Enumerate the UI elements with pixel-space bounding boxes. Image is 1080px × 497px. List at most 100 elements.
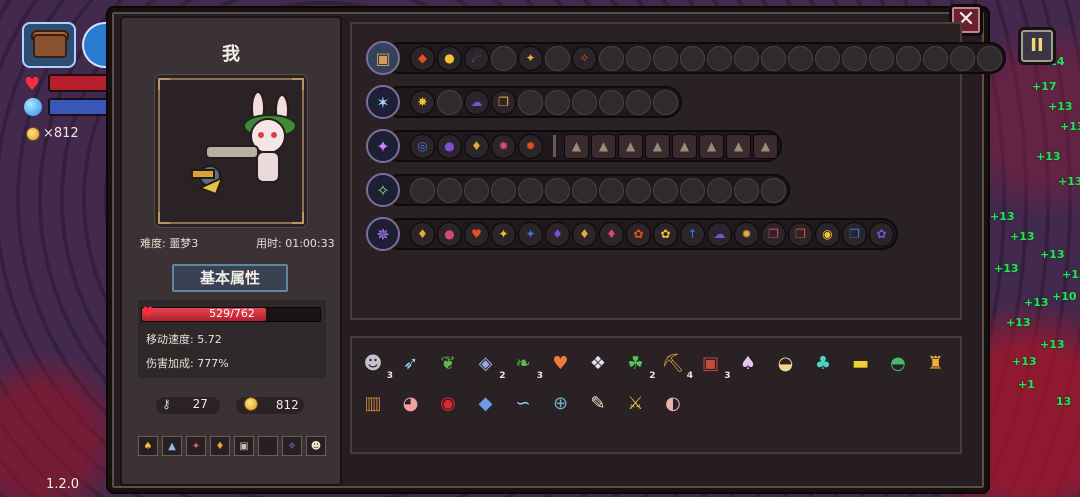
empty-slot[interactable]: [761, 45, 786, 71]
empty-slot[interactable]: [599, 177, 624, 203]
empty-slot[interactable]: [626, 177, 651, 203]
inventory-item[interactable]: ◕: [396, 388, 426, 418]
inventory-item[interactable]: ❦: [433, 348, 463, 378]
passive-slot[interactable]: ▲: [645, 133, 670, 159]
skill-orb[interactable]: ✹: [734, 221, 759, 247]
skill-orb[interactable]: ❐: [842, 221, 867, 247]
skill-orb[interactable]: ♦: [572, 221, 597, 247]
pause-button[interactable]: II: [1018, 27, 1056, 65]
skill-orb[interactable]: ◉: [815, 221, 840, 247]
skill-orb[interactable]: ♦: [410, 221, 435, 247]
skill-orb[interactable]: ☁: [707, 221, 732, 247]
empty-slot[interactable]: [788, 45, 813, 71]
skill-orb[interactable]: ◆: [410, 45, 435, 71]
passive-slot[interactable]: ▲: [618, 133, 643, 159]
empty-slot[interactable]: [815, 45, 840, 71]
empty-slot[interactable]: [653, 45, 678, 71]
empty-slot[interactable]: [437, 177, 462, 203]
inventory-item[interactable]: ❖: [583, 348, 613, 378]
empty-slot[interactable]: [734, 45, 759, 71]
inventory-item[interactable]: ➶: [396, 348, 426, 378]
empty-slot[interactable]: [626, 89, 651, 115]
equipment-slot[interactable]: ✦: [186, 436, 206, 456]
skill-orb[interactable]: ✦: [518, 221, 543, 247]
empty-slot[interactable]: [653, 89, 678, 115]
empty-slot[interactable]: [491, 45, 516, 71]
empty-slot[interactable]: [437, 89, 462, 115]
staff-frost-icon[interactable]: ✶: [366, 85, 400, 119]
empty-slot[interactable]: [707, 177, 732, 203]
empty-slot[interactable]: [491, 177, 516, 203]
passive-slot[interactable]: ▲: [753, 133, 778, 159]
skill-orb[interactable]: ♥: [464, 221, 489, 247]
skill-orb[interactable]: ●: [437, 45, 462, 71]
skill-orb[interactable]: ●: [437, 133, 462, 159]
empty-slot[interactable]: [545, 45, 570, 71]
inventory-item[interactable]: ♜: [921, 348, 951, 378]
staff-nature-icon[interactable]: ✧: [366, 173, 400, 207]
inventory-item[interactable]: ◈ 2: [471, 348, 506, 382]
inventory-item[interactable]: ⊕: [546, 388, 576, 418]
equipment-slot[interactable]: ☻: [306, 436, 326, 456]
passive-slot[interactable]: ▲: [591, 133, 616, 159]
inventory-item[interactable]: ❧ 3: [508, 348, 543, 382]
empty-slot[interactable]: [869, 45, 894, 71]
passive-slot[interactable]: ▲: [672, 133, 697, 159]
skill-orb[interactable]: ✿: [626, 221, 651, 247]
inventory-item[interactable]: ☻ 3: [358, 348, 393, 382]
inventory-item[interactable]: ◐: [658, 388, 688, 418]
empty-slot[interactable]: [977, 45, 1002, 71]
inventory-item[interactable]: ☘ 2: [621, 348, 655, 382]
skill-orb[interactable]: ✸: [410, 89, 435, 115]
passive-slot[interactable]: ▲: [564, 133, 589, 159]
empty-slot[interactable]: [626, 45, 651, 71]
empty-slot[interactable]: [923, 45, 948, 71]
empty-slot[interactable]: [518, 177, 543, 203]
equipment-slot[interactable]: ▲: [162, 436, 182, 456]
empty-slot[interactable]: [572, 89, 597, 115]
empty-slot[interactable]: [896, 45, 921, 71]
equipment-slot[interactable]: ♠: [138, 436, 158, 456]
skill-orb[interactable]: ●: [437, 221, 462, 247]
skill-orb[interactable]: ✧: [572, 45, 597, 71]
inventory-item[interactable]: ◆: [471, 388, 501, 418]
inventory-item[interactable]: ∽: [508, 388, 538, 418]
empty-slot[interactable]: [410, 177, 435, 203]
wand-shadow-icon[interactable]: ✦: [366, 129, 400, 163]
skill-orb[interactable]: ♦: [599, 221, 624, 247]
empty-slot[interactable]: [599, 45, 624, 71]
skill-orb[interactable]: ♦: [545, 221, 570, 247]
empty-slot[interactable]: [680, 177, 705, 203]
empty-slot[interactable]: [734, 177, 759, 203]
empty-slot[interactable]: [653, 177, 678, 203]
skill-orb[interactable]: ♦: [464, 133, 489, 159]
empty-slot[interactable]: [761, 177, 786, 203]
empty-slot[interactable]: [545, 89, 570, 115]
inventory-item[interactable]: ♣: [808, 348, 838, 378]
empty-slot[interactable]: [842, 45, 867, 71]
chest-icon[interactable]: ▣: [366, 41, 400, 75]
inventory-item[interactable]: ◓: [883, 348, 913, 378]
empty-slot[interactable]: [680, 45, 705, 71]
skill-orb[interactable]: ✹: [518, 133, 543, 159]
skill-orb[interactable]: ✦: [518, 45, 543, 71]
passive-slot[interactable]: ▲: [699, 133, 724, 159]
skill-orb[interactable]: ↑: [680, 221, 705, 247]
hud-chest-slot[interactable]: [22, 22, 76, 68]
equipment-slot[interactable]: ▣: [234, 436, 254, 456]
empty-slot[interactable]: [707, 45, 732, 71]
equipment-slot[interactable]: ♦: [210, 436, 230, 456]
skill-orb[interactable]: ◎: [410, 133, 435, 159]
skill-orb[interactable]: ✹: [491, 133, 516, 159]
empty-slot[interactable]: [950, 45, 975, 71]
skill-orb[interactable]: ❐: [788, 221, 813, 247]
inventory-item[interactable]: ⚔: [621, 388, 651, 418]
inventory-item[interactable]: ◒: [771, 348, 801, 378]
skill-orb[interactable]: ✿: [869, 221, 894, 247]
inventory-item[interactable]: ▬: [846, 348, 876, 378]
equipment-slot[interactable]: [258, 436, 278, 456]
passive-slot[interactable]: ▲: [726, 133, 751, 159]
skill-orb[interactable]: ☁: [464, 89, 489, 115]
skill-orb[interactable]: ✦: [491, 221, 516, 247]
inventory-item[interactable]: ♥: [546, 348, 576, 378]
